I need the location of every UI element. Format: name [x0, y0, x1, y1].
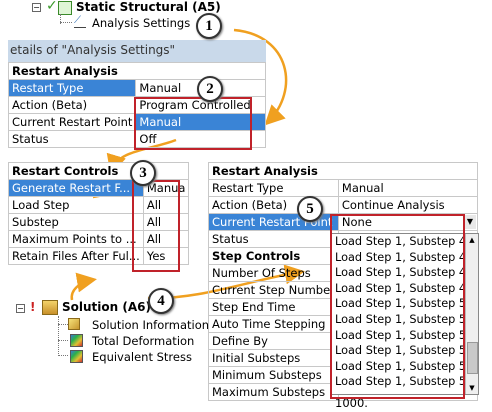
solution-information-icon — [68, 318, 80, 330]
panel2-substep-label[interactable]: Substep — [8, 213, 144, 231]
panel1-section: Restart Analysis — [8, 62, 266, 80]
panel1-restart-type-label[interactable]: Restart Type — [7, 79, 137, 97]
panel1-status-label[interactable]: Status — [7, 130, 137, 148]
tree-item-total-deformation[interactable]: Total Deformation — [92, 334, 194, 348]
tree-top-hline — [60, 22, 72, 23]
equivalent-stress-icon — [70, 350, 83, 363]
solution-status-icon: ! — [30, 300, 36, 314]
panel3-restart-type-value[interactable]: Manual — [337, 179, 479, 197]
static-structural-icon — [58, 1, 72, 15]
panel3-number-of-steps[interactable]: Number Of Steps — [208, 264, 339, 282]
tree-collapse-icon-solution[interactable]: − — [16, 304, 25, 313]
panel3-auto-time-stepping[interactable]: Auto Time Stepping — [208, 315, 339, 333]
panel3-maximum-substeps-label[interactable]: Maximum Substeps — [208, 383, 339, 401]
scroll-down-icon[interactable]: ▼ — [466, 382, 478, 394]
tree-collapse-icon[interactable]: − — [32, 3, 41, 12]
tree-bottom-hline-1 — [58, 324, 68, 325]
tree-item-solution[interactable]: Solution (A6) — [62, 300, 151, 314]
total-deformation-icon — [70, 334, 83, 347]
panel2-generate-restart-label[interactable]: Generate Restart F... — [8, 179, 144, 197]
details-title: etails of "Analysis Settings" — [8, 40, 266, 62]
tree-item-static-structural[interactable]: Static Structural (A5) — [76, 0, 221, 14]
panel3-step-section: Step Controls — [208, 247, 339, 265]
badge-2: 2 — [197, 76, 223, 102]
tree-bottom-hline-2 — [58, 340, 68, 341]
panel3-define-by[interactable]: Define By — [208, 332, 339, 350]
panel3-step-end-time[interactable]: Step End Time — [208, 298, 339, 316]
tree-item-solution-information[interactable]: Solution Information — [92, 318, 209, 332]
analysis-settings-icon: ⟋ — [74, 16, 86, 28]
panel3-current-step-number[interactable]: Current Step Number — [208, 281, 339, 299]
badge-3: 3 — [130, 160, 156, 186]
tree-bottom-hline-3 — [58, 355, 68, 356]
panel1-action-label[interactable]: Action (Beta) — [7, 96, 137, 114]
badge-5: 5 — [297, 196, 323, 222]
panel2-retain-files-label[interactable]: Retain Files After Ful... — [8, 247, 144, 265]
highlight-box-restart-controls — [132, 180, 180, 272]
check-icon: ✓ — [46, 0, 58, 14]
panel2-section: Restart Controls — [7, 162, 190, 180]
highlight-box-dropdown-1 — [134, 97, 252, 150]
panel3-action-value[interactable]: Continue Analysis — [337, 196, 479, 214]
panel3-initial-substeps[interactable]: Initial Substeps — [208, 349, 339, 367]
panel1-current-restart-label[interactable]: Current Restart Point — [7, 113, 137, 131]
panel2-load-step-label[interactable]: Load Step — [8, 196, 144, 214]
arrow-solution — [70, 272, 97, 301]
badge-4: 4 — [148, 288, 174, 314]
dropdown-scrollbar[interactable]: ▲ ▼ — [465, 234, 478, 394]
panel3-restart-type-label[interactable]: Restart Type — [208, 179, 339, 197]
tree-bottom-line — [58, 316, 59, 354]
badge-1: 1 — [196, 13, 222, 39]
scroll-up-icon[interactable]: ▲ — [466, 234, 478, 246]
highlight-box-restart-point — [330, 214, 465, 399]
panel3-minimum-substeps[interactable]: Minimum Substeps — [208, 366, 339, 384]
panel2-max-points-label[interactable]: Maximum Points to ... — [8, 230, 144, 248]
solution-icon — [42, 300, 58, 315]
panel3-status-label[interactable]: Status — [208, 230, 339, 248]
tree-item-analysis-settings[interactable]: Analysis Settings — [92, 16, 190, 30]
scrollbar-thumb[interactable] — [467, 342, 478, 374]
tree-item-equivalent-stress[interactable]: Equivalent Stress — [92, 350, 192, 364]
panel3-section: Restart Analysis — [208, 162, 478, 180]
